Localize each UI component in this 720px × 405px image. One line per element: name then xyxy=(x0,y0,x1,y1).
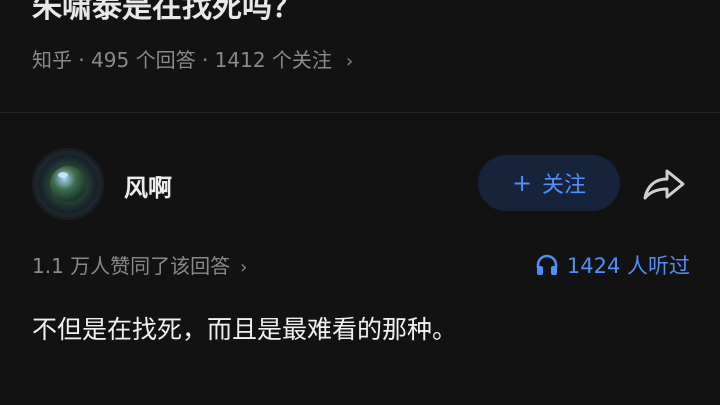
answer-body[interactable]: 不但是在找死，而且是最难看的那种。 xyxy=(32,310,457,346)
listen-text: 1424 人听过 xyxy=(566,254,690,278)
author-name[interactable]: 风啊 xyxy=(124,168,172,203)
author-avatar[interactable] xyxy=(32,148,104,220)
likes-count[interactable]: 1.1 万人赞同了该回答 › xyxy=(32,250,247,279)
follow-label: 关注 xyxy=(542,173,587,198)
headphones-icon xyxy=(536,254,558,275)
divider xyxy=(0,112,720,113)
lens-glint xyxy=(58,172,68,178)
share-arrow-icon xyxy=(643,169,685,200)
chevron-right-icon: › xyxy=(240,257,248,278)
likes-text: 1.1 万人赞同了该回答 xyxy=(32,254,231,278)
question-meta[interactable]: 知乎 · 495 个回答 · 1412 个关注 › xyxy=(32,44,353,73)
plus-icon: + xyxy=(511,169,533,197)
question-title[interactable]: 朱啸泰是在找死吗？ xyxy=(32,0,302,26)
listen-count[interactable]: 1424 人听过 xyxy=(535,250,690,280)
question-meta-text: 知乎 · 495 个回答 · 1412 个关注 xyxy=(32,48,332,72)
follow-button[interactable]: + 关注 xyxy=(478,155,620,211)
share-button[interactable] xyxy=(636,160,692,208)
chevron-right-icon: › xyxy=(345,51,354,72)
camera-lens-icon xyxy=(50,166,86,202)
